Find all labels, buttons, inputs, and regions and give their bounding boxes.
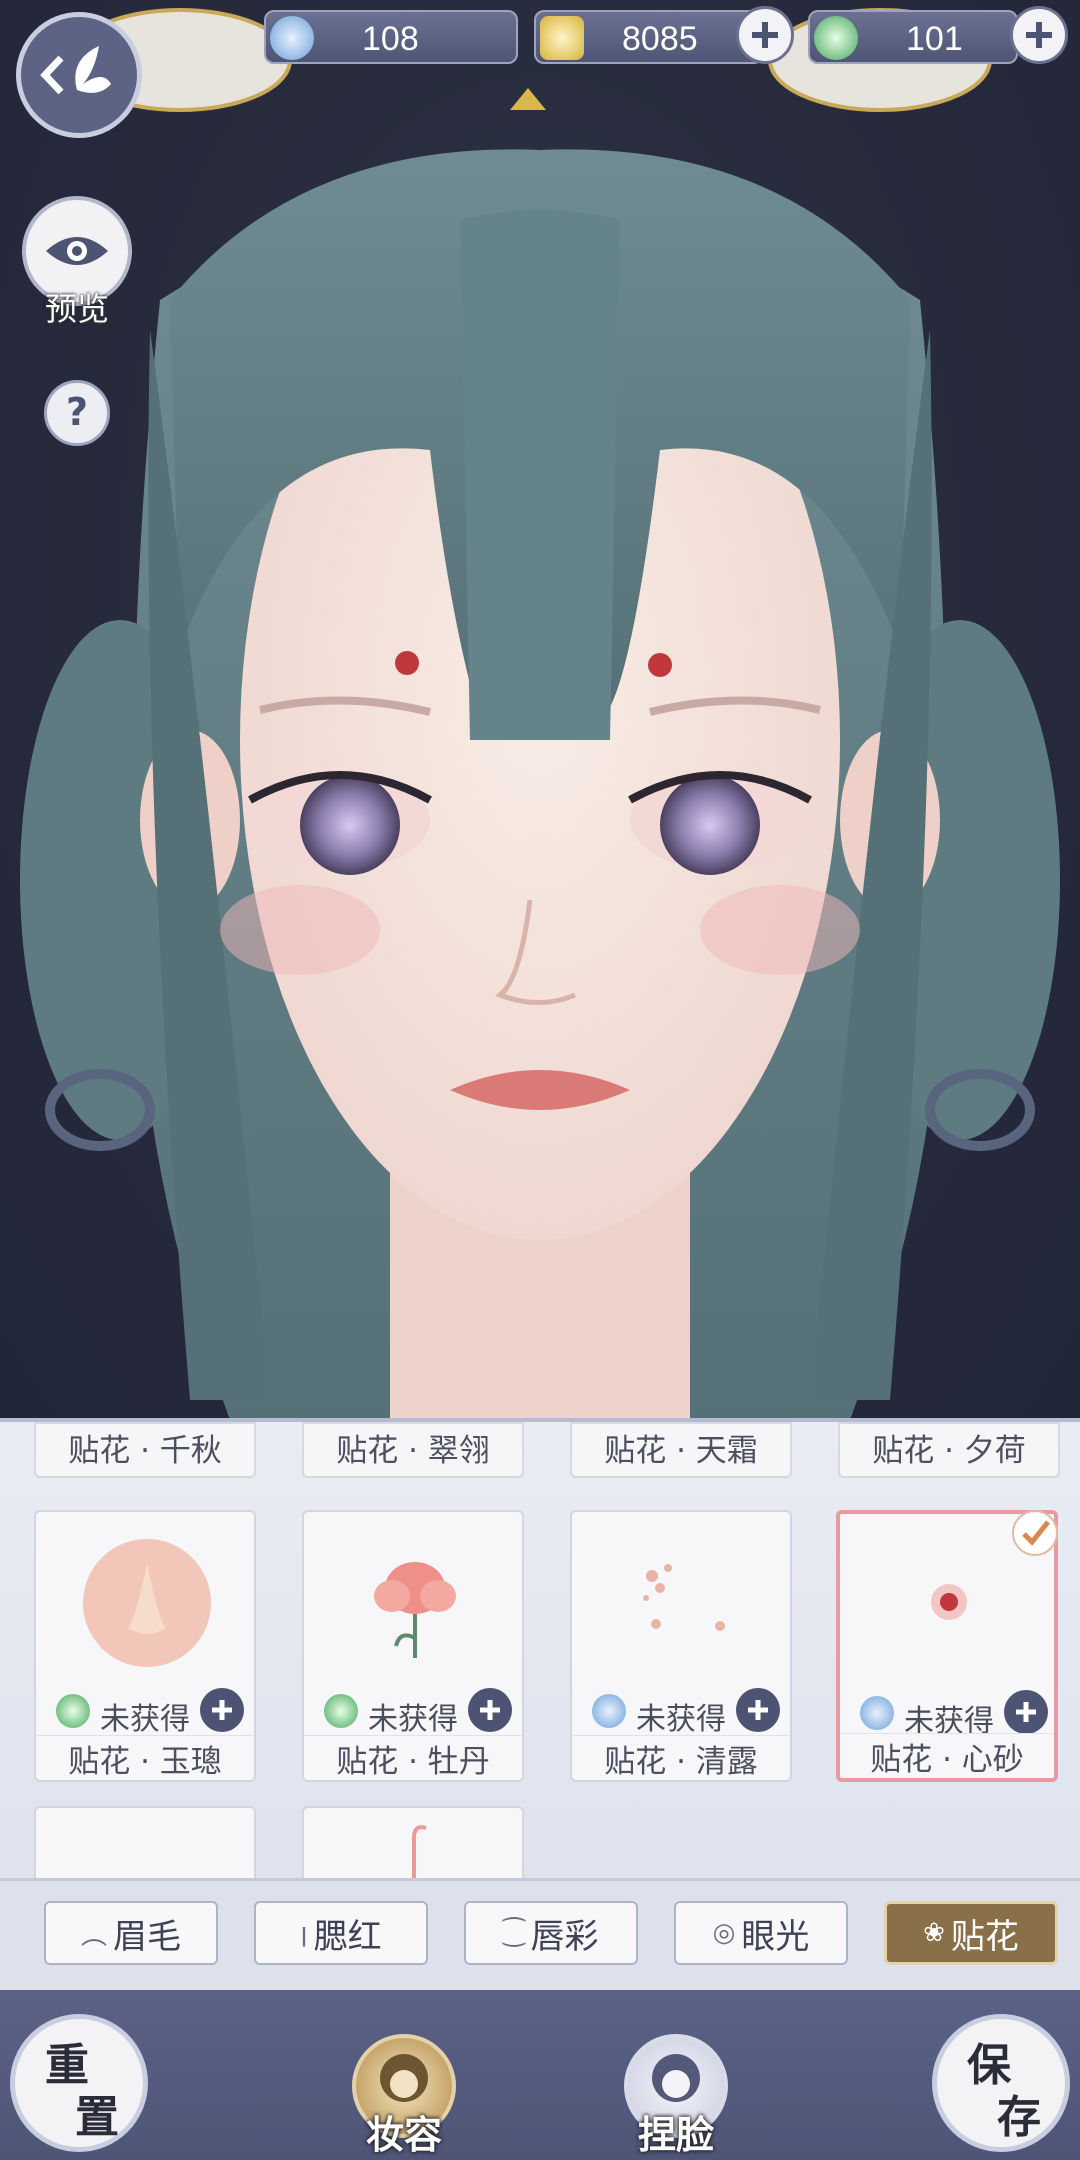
plus-icon [1016,1702,1036,1722]
jade-currency: 108 [264,10,518,64]
dew-preview-icon [643,1564,725,1631]
sticker-top-name-2[interactable]: 贴花 · 翠翎 [302,1422,524,1478]
status-text: 未获得 [368,1702,458,1737]
selected-check-icon [1012,1510,1058,1556]
plus-icon [752,22,778,48]
sticker-top-name-4[interactable]: 贴花 · 夕荷 [838,1422,1060,1478]
hook-preview-icon [412,1825,427,1878]
tab-eyebrow[interactable]: ︵ 眉毛 [44,1901,218,1965]
coin-currency: 8085 [534,10,764,64]
eyebrow-icon: ︵ [80,1920,107,1951]
sticker-top-name-3[interactable]: 贴花 · 天霜 [570,1422,792,1478]
coin-icon [540,16,584,60]
blush-icon: ꞁ [300,1918,308,1948]
tab-eye-highlight[interactable]: ◎ 眼光 [674,1901,848,1965]
category-tabs: ︵ 眉毛 ꞁ 腮红 ⁐ 唇彩 ◎ 眼光 ❀ 贴花 [0,1878,1080,1993]
add-token-button[interactable] [1010,6,1068,64]
sticker-card-partial-2[interactable] [302,1806,524,1882]
card-name: 贴花 · 心砂 [840,1733,1054,1778]
plus-icon [480,1700,500,1720]
tab-sticker[interactable]: ❀ 贴花 [884,1901,1058,1965]
back-button[interactable] [16,12,142,138]
save-button[interactable]: 保 存 [932,2014,1070,2152]
buy-button[interactable] [1004,1690,1048,1734]
sticker-card-mudan[interactable]: 未获得 贴花 · 牡丹 [302,1510,524,1782]
butterfly-back-icon [40,46,111,95]
sticker-top-name-1[interactable]: 贴花 · 千秋 [34,1422,256,1478]
bottom-bar: 重 置 妆容 捏脸 保 存 [0,1990,1080,2160]
plus-icon [1026,22,1052,48]
plus-icon [212,1700,232,1720]
card-status: 未获得 [44,1688,244,1737]
card-status: 未获得 [848,1690,1048,1739]
add-coin-button[interactable] [736,6,794,64]
sticker-card-yucong[interactable]: 未获得 贴花 · 玉璁 [34,1510,256,1782]
token-amount: 101 [906,20,963,58]
buy-button[interactable] [736,1688,780,1732]
buy-button[interactable] [200,1688,244,1732]
card-status: 未获得 [580,1688,780,1737]
peony-preview-icon [374,1562,456,1658]
card-name: 贴花 · 牡丹 [304,1735,522,1780]
buy-button[interactable] [468,1688,512,1732]
mode-face-label: 捏脸 [637,2112,714,2157]
card-name: 贴花 · 玉璁 [36,1735,254,1780]
tab-blush[interactable]: ꞁ 腮红 [254,1901,428,1965]
card-status: 未获得 [312,1688,512,1737]
tab-lipstick[interactable]: ⁐ 唇彩 [464,1901,638,1965]
token-icon [814,16,858,60]
status-text: 未获得 [636,1702,726,1737]
nose-preview-icon [83,1539,211,1667]
mode-makeup-label: 妆容 [365,2112,442,2157]
token-icon [324,1694,358,1728]
plus-icon [748,1700,768,1720]
eye-icon [46,237,108,265]
sticker-card-qinglu[interactable]: 未获得 贴花 · 清露 [570,1510,792,1782]
lips-icon: ⁐ [503,1918,525,1948]
character-viewport[interactable] [0,0,1080,1420]
status-text: 未获得 [100,1702,190,1737]
sticker-card-xinsha[interactable]: 未获得 贴花 · 心砂 [836,1510,1058,1782]
token-currency: 101 [808,10,1018,64]
sticker-panel[interactable]: 贴花 · 千秋 贴花 · 翠翎 贴花 · 天霜 贴花 · 夕荷 未获得 贴花 ·… [0,1418,1080,1882]
eye-glint-icon: ◎ [712,1918,736,1948]
flower-sticker-icon: ❀ [923,1918,945,1948]
jade-amount: 108 [362,20,419,58]
reset-button[interactable]: 重 置 [10,2014,148,2152]
card-name: 贴花 · 清露 [572,1735,790,1780]
coin-amount: 8085 [622,20,698,58]
token-icon [56,1694,90,1728]
character-render [20,8,1060,1420]
jade-icon [860,1696,894,1730]
preview-label: 预览 [44,290,109,328]
jade-icon [592,1694,626,1728]
help-button[interactable]: ? [44,380,110,446]
sticker-card-partial-1[interactable] [34,1806,256,1882]
jade-icon [270,16,314,60]
